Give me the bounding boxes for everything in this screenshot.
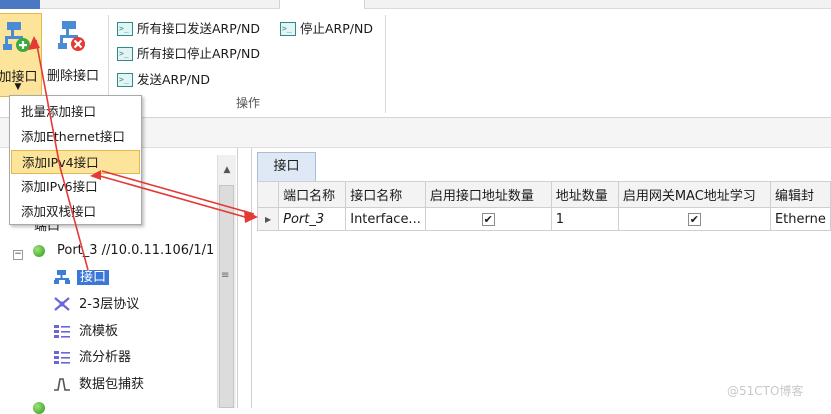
tree-node-protocol[interactable]: 2-3层协议 bbox=[79, 294, 139, 316]
enable-addr-count-checkbox[interactable]: ✔ bbox=[481, 212, 495, 226]
ribbon-separator bbox=[385, 15, 386, 113]
add-interface-button[interactable]: 加接口 ▼ bbox=[0, 13, 42, 97]
tree-node-stream-analyzer-label: 流分析器 bbox=[79, 350, 132, 365]
tree-node-packet-capture[interactable]: 数据包捕获 bbox=[79, 374, 144, 396]
send-all-arp-label: 所有接口发送ARP/ND bbox=[137, 21, 260, 36]
column-header[interactable]: 接口名称 bbox=[345, 181, 426, 208]
column-header[interactable]: 启用接口地址数量 bbox=[424, 181, 552, 208]
row-pointer-icon: ▶ bbox=[256, 207, 280, 231]
ribbon-group-label: 操作 bbox=[236, 96, 261, 110]
interface-icon bbox=[54, 270, 70, 284]
table-row[interactable]: ▶ Port_3 Interface... ✔ 1 ✔ Etherne bbox=[256, 207, 831, 231]
tree-node-interface-label: 接口 bbox=[77, 270, 110, 285]
menu-item-batch-add[interactable]: 批量添加接口 bbox=[11, 100, 140, 124]
tab-interface[interactable]: 接口 bbox=[257, 152, 316, 181]
tree-node-protocol-label: 2-3层协议 bbox=[79, 297, 140, 312]
tree-node-interface[interactable]: 接口 bbox=[77, 267, 110, 289]
column-header[interactable]: 端口名称 bbox=[278, 181, 347, 208]
menu-item-add-dual-stack[interactable]: 添加双栈接口 bbox=[11, 200, 140, 224]
scrollbar-thumb[interactable] bbox=[219, 185, 234, 408]
cell-enable-gw-mac[interactable]: ✔ bbox=[617, 207, 771, 231]
column-header[interactable]: 编辑封 bbox=[769, 181, 831, 208]
dropdown-arrow-icon: ▼ bbox=[14, 82, 22, 92]
stop-all-arp-button[interactable]: 所有接口停止ARP/ND bbox=[117, 44, 260, 64]
menu-item-add-ipv4[interactable]: 添加IPv4接口 bbox=[11, 150, 140, 174]
scroll-up-icon[interactable]: ▲ bbox=[218, 159, 236, 181]
tree-scrollbar[interactable]: ▲ ≡ bbox=[217, 155, 236, 408]
menu-item-add-ipv6[interactable]: 添加IPv6接口 bbox=[11, 175, 140, 199]
tree-node-packet-capture-label: 数据包捕获 bbox=[79, 377, 145, 392]
tree-node-stream-template-label: 流模板 bbox=[79, 324, 119, 339]
cell-enable-addr-count[interactable]: ✔ bbox=[424, 207, 552, 231]
delete-interface-icon bbox=[58, 21, 85, 51]
watermark: @51CTO博客 bbox=[727, 384, 804, 398]
delete-interface-button[interactable]: 删除接口 bbox=[44, 13, 102, 97]
stream-template-icon bbox=[54, 325, 70, 338]
cell-interface-name[interactable]: Interface... bbox=[345, 207, 426, 231]
add-interface-menu: 批量添加接口 添加Ethernet接口 添加IPv4接口 添加IPv6接口 添加… bbox=[9, 95, 142, 225]
enable-gw-mac-checkbox[interactable]: ✔ bbox=[687, 212, 701, 226]
menu-item-add-ethernet[interactable]: 添加Ethernet接口 bbox=[11, 125, 140, 149]
grip-icon: ≡ bbox=[221, 270, 230, 281]
tree-node-stream-analyzer[interactable]: 流分析器 bbox=[79, 347, 131, 369]
terminal-icon bbox=[117, 19, 133, 39]
collapse-icon[interactable]: − bbox=[13, 250, 23, 260]
send-all-arp-button[interactable]: 所有接口发送ARP/ND bbox=[117, 19, 260, 39]
column-header[interactable]: 启用网关MAC地址学习 bbox=[617, 181, 771, 208]
row-header-corner bbox=[256, 181, 280, 208]
terminal-icon bbox=[117, 70, 133, 90]
tree-node-stream-template[interactable]: 流模板 bbox=[79, 321, 118, 343]
interface-table: 端口名称 接口名称 启用接口地址数量 地址数量 启用网关MAC地址学习 编辑封 … bbox=[256, 181, 831, 231]
column-header[interactable]: 地址数量 bbox=[550, 181, 619, 208]
stop-all-arp-label: 所有接口停止ARP/ND bbox=[137, 46, 260, 61]
send-arp-label: 发送ARP/ND bbox=[137, 72, 210, 87]
terminal-icon bbox=[117, 44, 133, 64]
packet-capture-icon bbox=[54, 378, 70, 391]
protocol-icon bbox=[54, 297, 70, 311]
cell-addr-count[interactable]: 1 bbox=[550, 207, 619, 231]
send-arp-button[interactable]: 发送ARP/ND bbox=[117, 70, 210, 90]
stream-analyzer-icon bbox=[54, 351, 70, 364]
port-status-icon bbox=[33, 245, 45, 257]
stop-arp-label: 停止ARP/ND bbox=[300, 21, 373, 36]
delete-interface-label: 删除接口 bbox=[46, 69, 99, 84]
terminal-icon bbox=[280, 19, 296, 39]
tree-node-port-label: Port_3 //10.0.11.106/1/1 bbox=[57, 243, 215, 258]
port-status-icon bbox=[33, 402, 45, 414]
add-interface-icon bbox=[3, 22, 30, 52]
stop-arp-button[interactable]: 停止ARP/ND bbox=[280, 19, 373, 39]
cell-encap[interactable]: Etherne bbox=[769, 207, 831, 231]
title-strip bbox=[0, 0, 831, 10]
tree-node-port[interactable]: Port_3 //10.0.11.106/1/1 bbox=[57, 240, 214, 262]
app-menu-tab[interactable] bbox=[0, 0, 40, 9]
cell-port-name[interactable]: Port_3 bbox=[278, 207, 347, 231]
